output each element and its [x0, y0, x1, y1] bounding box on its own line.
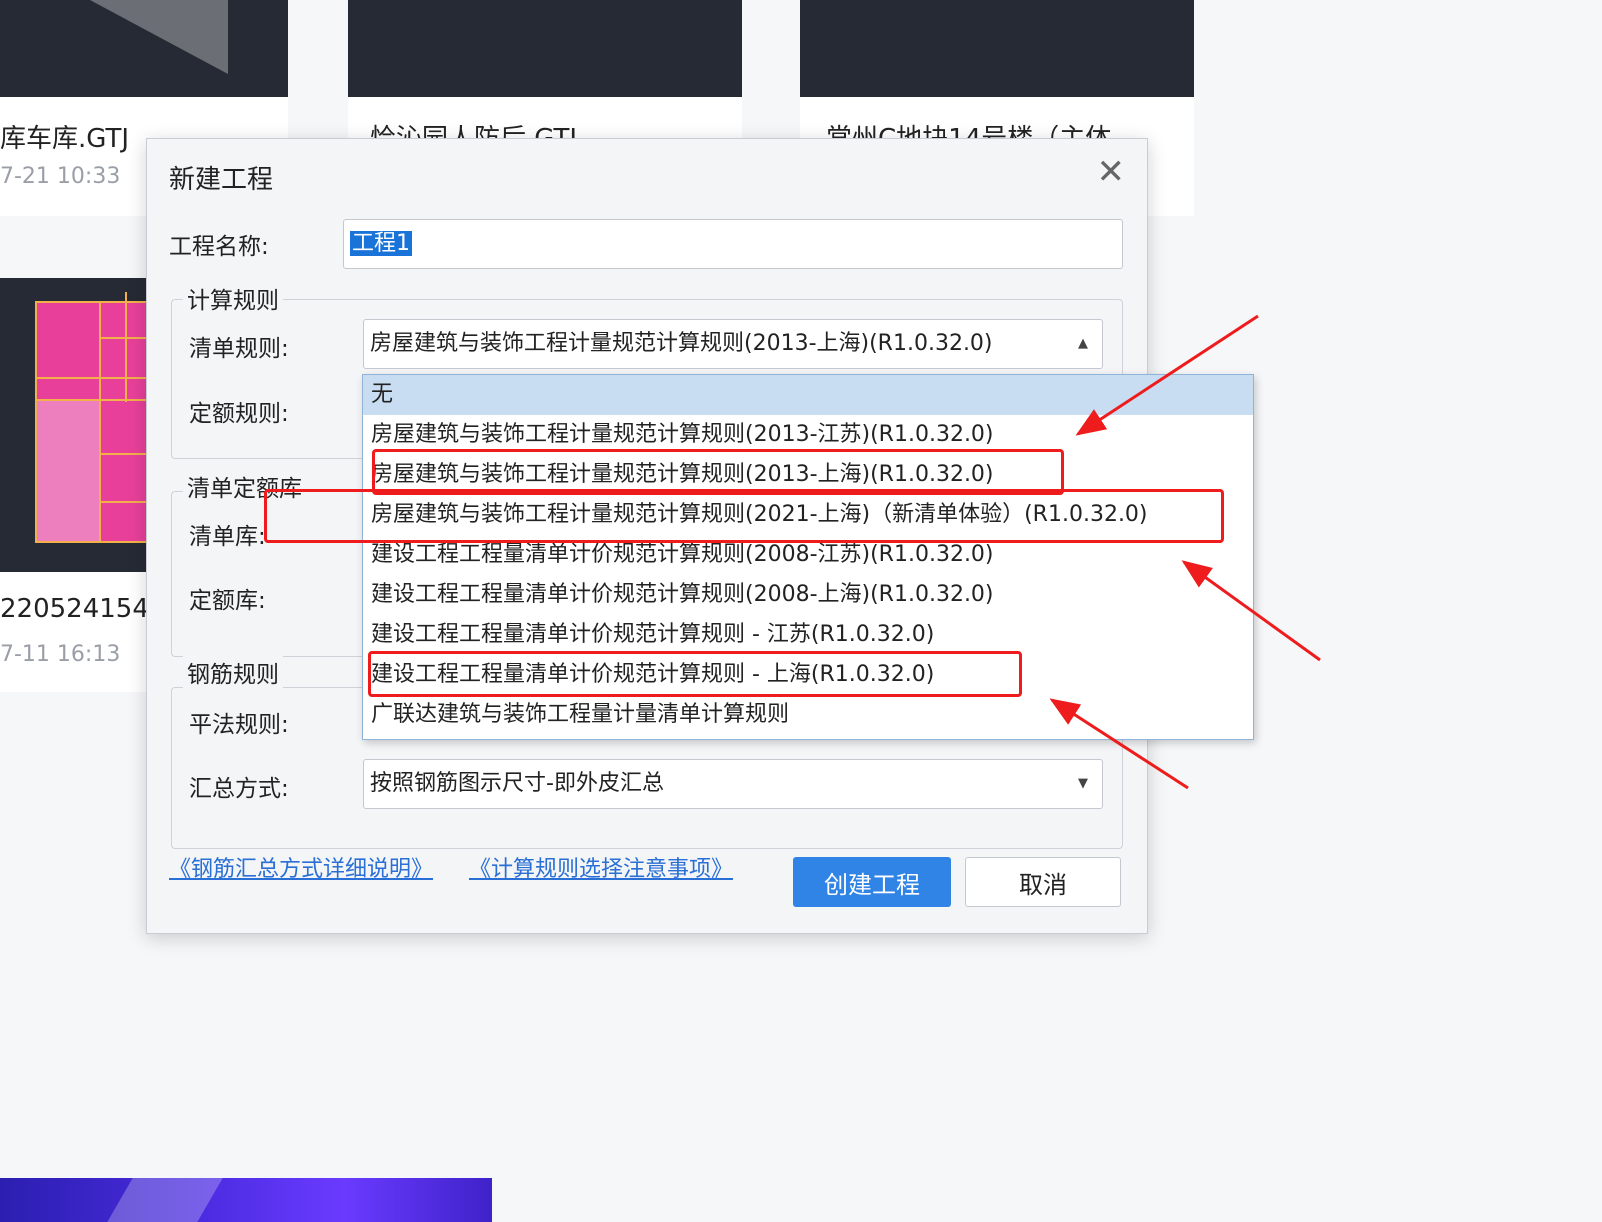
project-card-4[interactable]: 220524154 7-11 16:13	[0, 278, 161, 692]
calc-rules-title: 计算规则	[183, 281, 283, 315]
create-project-button[interactable]: 创建工程	[793, 857, 951, 907]
dropdown-option[interactable]: 建设工程工程量清单计价规范计算规则 - 上海(R1.0.32.0)	[363, 655, 1253, 695]
dropdown-option[interactable]: 建设工程工程量清单计价规范计算规则(2008-江苏)(R1.0.32.0)	[363, 535, 1253, 575]
dropdown-option[interactable]: 房屋建筑与装饰工程计量规范计算规则(2013-上海)(R1.0.32.0)	[363, 455, 1253, 495]
project-thumbnail	[348, 0, 742, 97]
bill-rule-select[interactable]: 房屋建筑与装饰工程计量规范计算规则(2013-上海)(R1.0.32.0) ▲	[363, 319, 1103, 369]
promo-banner[interactable]	[0, 1178, 492, 1222]
bill-rule-label: 清单规则:	[189, 336, 289, 362]
project-name: 220524154	[0, 594, 149, 624]
project-thumbnail	[800, 0, 1194, 97]
dropdown-option[interactable]: 建设工程工程量清单计价规范计算规则 - 江苏(R1.0.32.0)	[363, 615, 1253, 655]
bill-rule-value: 房屋建筑与装饰工程计量规范计算规则(2013-上海)(R1.0.32.0)	[370, 331, 993, 356]
dropdown-option[interactable]: 房屋建筑与装饰工程计量规范计算规则(2013-江苏)(R1.0.32.0)	[363, 415, 1253, 455]
project-thumbnail	[0, 0, 288, 97]
project-name-value: 工程1	[350, 231, 412, 256]
rebar-help-link[interactable]: 《钢筋汇总方式详细说明》	[169, 851, 433, 883]
cancel-button[interactable]: 取消	[965, 857, 1121, 907]
quota-rule-label: 定额规则:	[189, 401, 289, 427]
quota-lib-label: 定额库:	[189, 588, 266, 614]
caret-down-icon: ▼	[1078, 776, 1088, 791]
rule-help-link[interactable]: 《计算规则选择注意事项》	[469, 851, 733, 883]
rebar-title: 钢筋规则	[183, 655, 283, 689]
close-icon[interactable]: ✕	[1097, 155, 1126, 189]
project-time: 7-11 16:13	[0, 642, 121, 667]
dropdown-option[interactable]: 建设工程工程量清单计价规范计算规则(2008-上海)(R1.0.32.0)	[363, 575, 1253, 615]
dropdown-option[interactable]: 广联达建筑与装饰工程量计量清单计算规则	[363, 695, 1253, 735]
project-name-label: 工程名称:	[169, 234, 269, 260]
summary-label: 汇总方式:	[189, 776, 289, 802]
thumbnail-shape	[90, 0, 228, 74]
dropdown-option[interactable]: 无	[363, 375, 1253, 415]
dropdown-option[interactable]: 房屋建筑与装饰工程计量规范计算规则(2021-上海)（新清单体验）(R1.0.3…	[363, 495, 1253, 535]
dialog-title: 新建工程	[169, 165, 274, 195]
bill-rule-dropdown: 无 房屋建筑与装饰工程计量规范计算规则(2013-江苏)(R1.0.32.0) …	[362, 374, 1254, 740]
project-name-input[interactable]: 工程1	[343, 219, 1123, 269]
bill-lib-label: 清单库:	[189, 524, 266, 550]
project-thumbnail	[0, 278, 161, 572]
project-time: 7-21 10:33	[0, 164, 121, 189]
summary-value: 按照钢筋图示尺寸-即外皮汇总	[370, 771, 664, 796]
flat-rule-label: 平法规则:	[189, 712, 289, 738]
caret-up-icon: ▲	[1078, 336, 1088, 351]
summary-select[interactable]: 按照钢筋图示尺寸-即外皮汇总 ▼	[363, 759, 1103, 809]
library-title: 清单定额库	[183, 469, 306, 503]
floorplan-thumbnail	[35, 292, 161, 543]
